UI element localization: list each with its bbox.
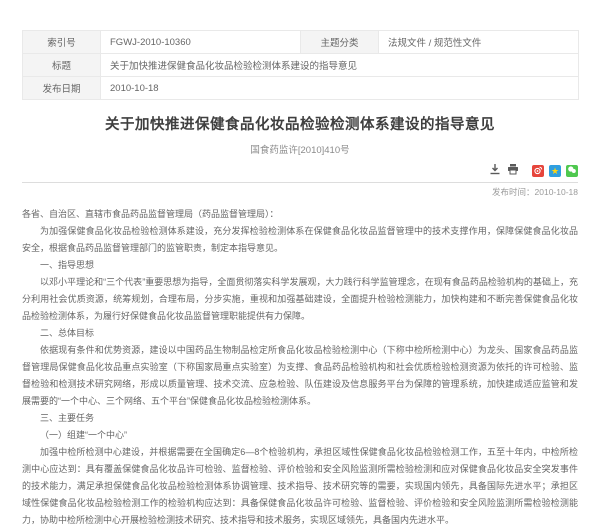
document-page: 索引号 FGWJ-2010-10360 主题分类 法规文件 / 规范性文件 标题… (22, 30, 578, 529)
table-row: 索引号 FGWJ-2010-10360 主题分类 法规文件 / 规范性文件 (23, 31, 579, 54)
download-icon (489, 162, 501, 180)
qzone-share-button[interactable]: ★ (549, 165, 561, 177)
page-title: 关于加快推进保健食品化妆品检验检测体系建设的指导意见 (22, 113, 578, 134)
paragraph: 依据现有条件和优势资源，建设以中国药品生物制品检定所食品化妆品检验检测中心（下称… (22, 342, 578, 410)
subsection-heading: （一）组建“一个中心” (22, 427, 578, 444)
weibo-share-button[interactable] (532, 165, 544, 177)
metadata-table: 索引号 FGWJ-2010-10360 主题分类 法规文件 / 规范性文件 标题… (22, 30, 579, 100)
section-heading: 二、总体目标 (22, 325, 578, 342)
paragraph: 为加强保健食品化妆品检验检测体系建设，充分发挥检验检测体系在保健食品化妆品监督管… (22, 223, 578, 257)
title-value: 关于加快推进保健食品化妆品检验检测体系建设的指导意见 (101, 54, 579, 77)
index-number-value: FGWJ-2010-10360 (101, 31, 301, 54)
print-icon (507, 162, 519, 180)
table-row: 标题 关于加快推进保健食品化妆品检验检测体系建设的指导意见 (23, 54, 579, 77)
qzone-star-icon: ★ (551, 165, 559, 177)
paragraph: 以邓小平理论和“三个代表”重要思想为指导，全面贯彻落实科学发展观，大力践行科学监… (22, 274, 578, 325)
download-button[interactable] (488, 164, 501, 177)
salutation: 各省、自治区、直辖市食品药品监督管理局（药品监督管理局）： (22, 206, 578, 223)
publish-date-value: 2010-10-18 (101, 77, 579, 100)
paragraph: 加强中检所检测中心建设，并根据需要在全国确定6—8个检验机构，承担区域性保健食品… (22, 444, 578, 529)
publish-date-label: 发布日期 (23, 77, 101, 100)
publish-time: 发布时间：2010-10-18 (22, 186, 578, 198)
category-value: 法规文件 / 规范性文件 (379, 31, 579, 54)
wechat-icon (567, 162, 577, 180)
print-button[interactable] (506, 164, 519, 177)
table-row: 发布日期 2010-10-18 (23, 77, 579, 100)
toolbar: ★ (22, 164, 578, 177)
document-number: 国食药监许[2010]410号 (22, 142, 578, 156)
section-heading: 一、指导思想 (22, 257, 578, 274)
title-label: 标题 (23, 54, 101, 77)
wechat-share-button[interactable] (566, 165, 578, 177)
weibo-icon (533, 162, 543, 180)
section-heading: 三、主要任务 (22, 410, 578, 427)
divider (22, 182, 578, 183)
category-label: 主题分类 (301, 31, 379, 54)
index-number-label: 索引号 (23, 31, 101, 54)
article-body: 各省、自治区、直辖市食品药品监督管理局（药品监督管理局）： 为加强保健食品化妆品… (22, 206, 578, 529)
